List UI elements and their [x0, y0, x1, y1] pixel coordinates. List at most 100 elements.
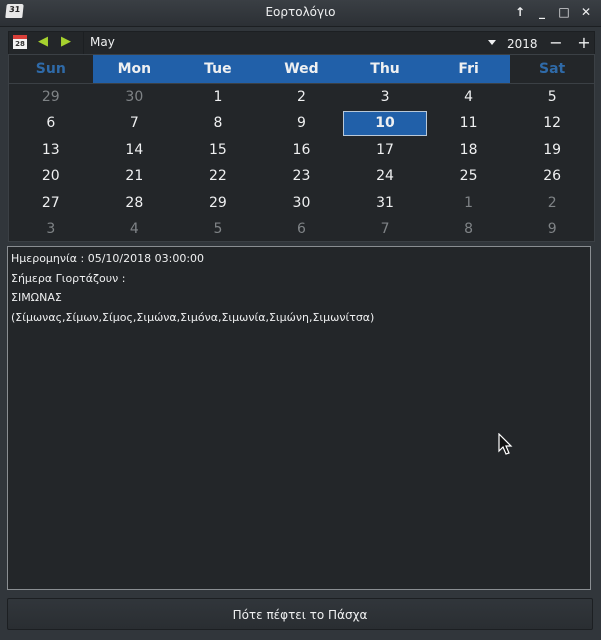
day-number: 1: [213, 89, 223, 105]
day-cell[interactable]: 31: [343, 190, 427, 216]
day-cell[interactable]: 4: [93, 216, 177, 242]
weekday-sun: Sun: [9, 55, 93, 83]
day-number: 8: [464, 220, 474, 237]
day-number: 25: [459, 168, 478, 185]
day-cell[interactable]: 21: [93, 163, 177, 189]
day-cell[interactable]: 24: [343, 163, 427, 189]
day-cell[interactable]: 2: [260, 84, 344, 110]
keep-above-button[interactable]: ↑: [513, 5, 527, 19]
day-number: 6: [297, 220, 306, 237]
easter-date-button[interactable]: Πότε πέφτει το Πάσχα: [7, 598, 593, 630]
day-cell[interactable]: 13: [9, 137, 93, 163]
day-number: 30: [292, 194, 311, 211]
day-cell[interactable]: 2: [510, 190, 594, 216]
day-cell[interactable]: 30: [260, 190, 344, 216]
day-cell[interactable]: 15: [176, 137, 260, 163]
day-number: 28: [125, 194, 144, 211]
day-number: 27: [41, 194, 60, 211]
day-cell[interactable]: 5: [510, 84, 594, 110]
day-cell[interactable]: 12: [510, 110, 594, 136]
day-number: 5: [547, 89, 557, 105]
info-line: ΣΙΜΩΝΑΣ: [11, 291, 62, 304]
day-cell[interactable]: 18: [427, 137, 511, 163]
title-bar: 31 Εορτολόγιο ↑ _ □ ✕: [0, 0, 601, 27]
day-cell[interactable]: 3: [9, 216, 93, 242]
day-cell[interactable]: 1: [176, 84, 260, 110]
weekday-sat: Sat: [510, 55, 594, 83]
maximize-button[interactable]: □: [557, 5, 571, 19]
day-number: 24: [376, 168, 394, 185]
day-cell[interactable]: 17: [343, 137, 427, 163]
day-number: 1: [464, 194, 474, 211]
day-cell[interactable]: 20: [9, 163, 93, 189]
close-button[interactable]: ✕: [579, 5, 593, 19]
day-number: 6: [46, 115, 56, 132]
day-cell[interactable]: 8: [176, 110, 260, 136]
day-cell[interactable]: 5: [176, 216, 260, 242]
calendar-week-row: 27 28 29 30 31 1 2: [9, 190, 594, 216]
weekday-wed: Wed: [259, 55, 344, 83]
selected-day-cell[interactable]: 10: [343, 110, 427, 137]
day-number: 11: [459, 115, 478, 132]
day-number: 20: [41, 168, 60, 185]
day-cell[interactable]: 4: [427, 84, 511, 110]
day-cell[interactable]: 22: [176, 163, 260, 189]
info-line: (Σίμωνας,Σίμων,Σίμος,Σιμώνα,Σιμόνα,Σιμων…: [11, 310, 375, 324]
day-number: 23: [292, 168, 311, 185]
day-number: 19: [543, 141, 562, 158]
window-title: Εορτολόγιο: [265, 5, 336, 19]
day-number: 3: [380, 89, 390, 105]
day-cell[interactable]: 3: [343, 84, 427, 110]
day-cell[interactable]: 26: [510, 163, 594, 189]
day-cell[interactable]: 16: [260, 137, 344, 163]
day-cell[interactable]: 8: [427, 216, 511, 242]
calendar-week-row: 13 14 15 16 17 18 19: [9, 137, 594, 163]
previous-month-arrow-icon[interactable]: ◀: [36, 35, 50, 49]
year-value[interactable]: 2018: [507, 37, 538, 51]
day-number: 2: [297, 89, 306, 105]
year-increment-button[interactable]: +: [575, 33, 593, 52]
info-line: Σήμερα Γιορτάζουν :: [11, 271, 126, 285]
day-cell[interactable]: 27: [9, 190, 93, 216]
year-decrement-button[interactable]: −: [547, 33, 565, 52]
day-number: 10: [375, 115, 395, 132]
day-cell[interactable]: 7: [343, 216, 427, 242]
day-cell[interactable]: 30: [93, 84, 177, 110]
day-number: 5: [213, 220, 223, 237]
name-day-info: Ημερομηνία : 05/10/2018 03:00:00 Σήμερα Γ…: [7, 246, 591, 590]
day-number: 7: [380, 220, 390, 237]
next-month-arrow-icon[interactable]: ▶: [59, 35, 73, 49]
day-cell[interactable]: 23: [260, 163, 344, 189]
day-number: 12: [543, 115, 562, 132]
day-number: 15: [208, 141, 227, 158]
day-number: 16: [292, 141, 311, 158]
today-calendar-icon[interactable]: 28: [13, 35, 27, 49]
day-cell[interactable]: 6: [260, 216, 344, 242]
day-cell[interactable]: 29: [176, 190, 260, 216]
calendar-week-row: 20 21 22 23 24 25 26: [9, 163, 594, 189]
day-cell[interactable]: 9: [260, 110, 344, 136]
calendar-grid: Sun Mon Tue Wed Thu Fri Sat 29 30 1 2 3 4 5 6 7 8 9 10 11 1…: [8, 54, 595, 242]
day-cell[interactable]: 19: [510, 137, 594, 163]
month-dropdown[interactable]: May: [83, 32, 504, 54]
day-number: 30: [125, 89, 144, 105]
day-number: 2: [547, 194, 557, 211]
day-cell[interactable]: 7: [93, 110, 177, 136]
day-number: 7: [129, 115, 139, 132]
minimize-button[interactable]: _: [535, 5, 549, 19]
day-cell[interactable]: 29: [9, 84, 93, 110]
calendar-week-row: 3 4 5 6 7 8 9: [9, 216, 594, 242]
day-number: 4: [464, 89, 474, 105]
day-cell[interactable]: 14: [93, 137, 177, 163]
day-cell[interactable]: 6: [9, 110, 93, 136]
calendar-week-row: 29 30 1 2 3 4 5: [9, 84, 594, 110]
day-cell[interactable]: 25: [427, 163, 511, 189]
day-cell[interactable]: 9: [510, 216, 594, 242]
day-cell[interactable]: 11: [427, 110, 511, 136]
day-cell[interactable]: 1: [427, 190, 511, 216]
day-number: 31: [376, 194, 394, 211]
day-number: 29: [41, 89, 60, 105]
day-cell[interactable]: 28: [93, 190, 177, 216]
mouse-cursor-icon: [498, 433, 513, 455]
day-number: 14: [125, 141, 144, 158]
